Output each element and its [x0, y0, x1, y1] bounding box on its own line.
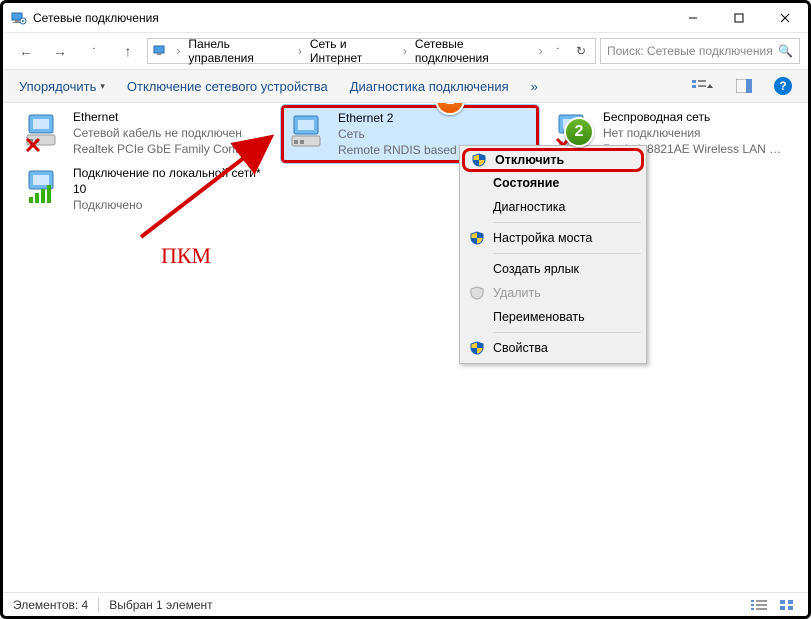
item-title: Беспроводная сеть	[603, 109, 785, 125]
status-selected: Выбран 1 элемент	[109, 598, 212, 612]
shield-icon	[471, 152, 487, 168]
window-title: Сетевые подключения	[33, 11, 159, 25]
search-icon: 🔍	[778, 44, 793, 58]
breadcrumb-icon	[152, 41, 170, 61]
annotation-circle-2: 2	[564, 117, 594, 147]
organize-button[interactable]: Упорядочить▾	[11, 75, 113, 98]
history-dropdown[interactable]: ˇ	[79, 38, 109, 64]
statusbar: Элементов: 4 Выбран 1 элемент	[3, 592, 808, 616]
item-title: Ethernet	[73, 109, 265, 125]
maximize-button[interactable]	[716, 3, 762, 33]
connection-local10[interactable]: Подключение по локальной сети* 10 Подклю…	[19, 163, 269, 215]
help-icon: ?	[774, 77, 792, 95]
item-device: Realtek PCIe GbE Family Controller	[73, 141, 265, 157]
separator	[493, 332, 641, 333]
item-status: Подключено	[73, 197, 265, 213]
ctx-bridge[interactable]: Настройка моста	[463, 226, 643, 250]
chevron-down-icon: ▾	[100, 81, 105, 92]
content-area: Ethernet Сетевой кабель не подключен Rea…	[3, 103, 808, 592]
ctx-shortcut[interactable]: Создать ярлык	[463, 257, 643, 281]
close-button[interactable]	[762, 3, 808, 33]
view-details-button[interactable]	[748, 596, 770, 614]
titlebar: Сетевые подключения	[3, 3, 808, 33]
breadcrumb-item[interactable]: Сетевые подключения	[411, 35, 535, 67]
chevron-right-icon: ›	[537, 44, 545, 58]
ethernet-icon	[23, 109, 67, 153]
more-button[interactable]: »	[523, 75, 546, 98]
ctx-delete: Удалить	[463, 281, 643, 305]
toolbar: Упорядочить▾ Отключение сетевого устройс…	[3, 69, 808, 103]
search-input[interactable]: Поиск: Сетевые подключения 🔍	[600, 38, 800, 64]
rmb-annotation: ПКМ	[161, 243, 211, 269]
chevron-right-icon: ›	[174, 44, 182, 58]
ctx-rename[interactable]: Переименовать	[463, 305, 643, 329]
item-status: Сеть	[338, 126, 532, 142]
help-button[interactable]: ?	[766, 73, 800, 99]
breadcrumb-item[interactable]: Панель управления	[184, 35, 293, 67]
status-count: Элементов: 4	[13, 598, 88, 612]
ethernet-icon	[288, 110, 332, 154]
context-menu: Отключить Состояние Диагностика Настройк…	[459, 145, 647, 364]
ctx-status[interactable]: Состояние	[463, 171, 643, 195]
separator	[493, 253, 641, 254]
item-status: Нет подключения	[603, 125, 785, 141]
ctx-diagnostics[interactable]: Диагностика	[463, 195, 643, 219]
item-title: Ethernet 2	[338, 110, 532, 126]
shield-icon	[469, 230, 485, 246]
wifi-icon	[23, 165, 67, 209]
breadcrumb-item[interactable]: Сеть и Интернет	[306, 35, 399, 67]
disable-device-button[interactable]: Отключение сетевого устройства	[119, 75, 336, 98]
chevron-right-icon: ›	[401, 44, 409, 58]
item-title: Подключение по локальной сети* 10	[73, 165, 265, 197]
search-placeholder: Поиск: Сетевые подключения	[607, 44, 773, 58]
breadcrumb[interactable]: › Панель управления › Сеть и Интернет › …	[147, 38, 596, 64]
chevron-right-icon: ›	[296, 44, 304, 58]
shield-icon	[469, 285, 485, 301]
view-options-button[interactable]	[684, 74, 722, 98]
ctx-disable[interactable]: Отключить	[462, 148, 644, 172]
diagnostics-button[interactable]: Диагностика подключения	[342, 75, 517, 98]
view-large-button[interactable]	[776, 596, 798, 614]
minimize-button[interactable]	[670, 3, 716, 33]
refresh-button[interactable]: ↻	[569, 44, 593, 58]
ctx-properties[interactable]: Свойства	[463, 336, 643, 360]
item-status: Сетевой кабель не подключен	[73, 125, 265, 141]
shield-icon	[469, 340, 485, 356]
preview-pane-button[interactable]	[728, 75, 760, 97]
addressbar: ← → ˇ ↑ › Панель управления › Сеть и Инт…	[3, 33, 808, 69]
up-button[interactable]: ↑	[113, 38, 143, 64]
back-button[interactable]: ←	[11, 38, 41, 64]
forward-button[interactable]: →	[45, 38, 75, 64]
app-icon	[11, 10, 27, 26]
separator	[493, 222, 641, 223]
breadcrumb-dropdown[interactable]: ˇ	[549, 38, 567, 64]
connection-ethernet[interactable]: Ethernet Сетевой кабель не подключен Rea…	[19, 107, 269, 159]
